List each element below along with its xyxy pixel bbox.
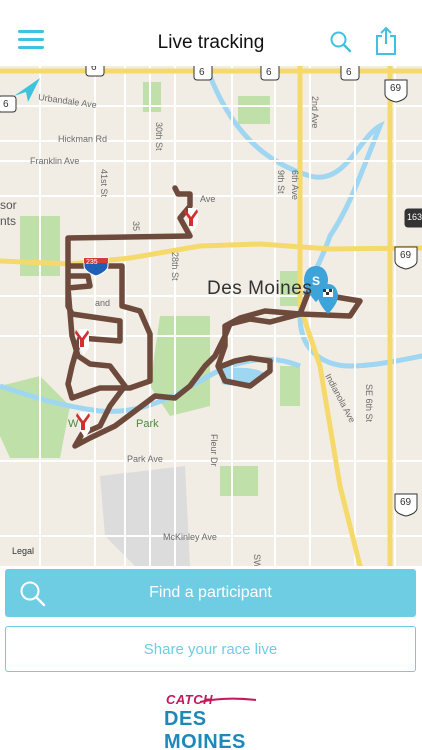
street-label: Ave: [200, 194, 216, 204]
highway-163-shield: 163: [407, 212, 422, 222]
finish-flag-marker: [318, 284, 338, 314]
map-label: sor: [0, 198, 17, 212]
street-label: Park Ave: [127, 454, 163, 464]
app-header: Live tracking: [0, 0, 422, 66]
street-label: SW: [252, 554, 262, 566]
street-label: 2nd Ave: [310, 96, 320, 129]
street-label: 30th St: [154, 122, 164, 151]
search-icon[interactable]: [329, 30, 353, 54]
svg-text:S: S: [312, 274, 320, 288]
highway-6-shield: 6: [346, 67, 352, 78]
street-label: 41st St: [99, 169, 109, 198]
park-label: Park: [136, 418, 159, 430]
street-label: McKinley Ave: [163, 532, 217, 542]
map-view[interactable]: S 6 6 6 6 6 235 69 69 69 163 Urbandale A…: [0, 66, 422, 566]
park-area: [143, 82, 161, 112]
share-race-button[interactable]: Share your race live: [5, 626, 416, 672]
street-label: 9th St: [276, 170, 286, 194]
interstate-235-label: 235: [86, 259, 98, 266]
logo-swoosh: [199, 697, 257, 703]
highway-6-shield: 6: [3, 99, 9, 110]
page-title: Live tracking: [157, 32, 265, 53]
logo-bottom-text: DES MOINES: [164, 708, 246, 750]
legal-link[interactable]: Legal: [12, 546, 34, 556]
street-label: SE 6th St: [364, 384, 374, 423]
street-label: 28th St: [170, 252, 180, 281]
street-label: 6th Ave: [290, 170, 300, 200]
location-arrow-icon: [14, 78, 40, 102]
race-route: [65, 185, 363, 449]
highway-6-shield: 6: [199, 67, 205, 78]
share-race-label: Share your race live: [143, 641, 278, 658]
city-label: Des Moines: [207, 278, 313, 299]
highway-6-shield: 6: [266, 67, 272, 78]
street-label: Hickman Rd: [58, 134, 108, 144]
highway-6-shield: 6: [91, 66, 97, 73]
map-label: nts: [0, 214, 17, 228]
park-label: W: [68, 418, 79, 430]
us-69-shield: 69: [400, 250, 412, 261]
find-participant-button[interactable]: Find a participant: [5, 569, 416, 617]
street-label: 35: [131, 221, 141, 232]
us-69-shield: 69: [390, 83, 402, 94]
catch-des-moines-logo: CATCH DES MOINES: [158, 690, 268, 750]
us-69-shield: 69: [400, 497, 412, 508]
street-label: and: [95, 298, 111, 308]
share-icon[interactable]: [374, 26, 398, 56]
street-label: Fleur Dr: [209, 434, 219, 467]
find-participant-label: Find a participant: [149, 584, 272, 601]
street-label: Franklin Ave: [30, 156, 80, 166]
